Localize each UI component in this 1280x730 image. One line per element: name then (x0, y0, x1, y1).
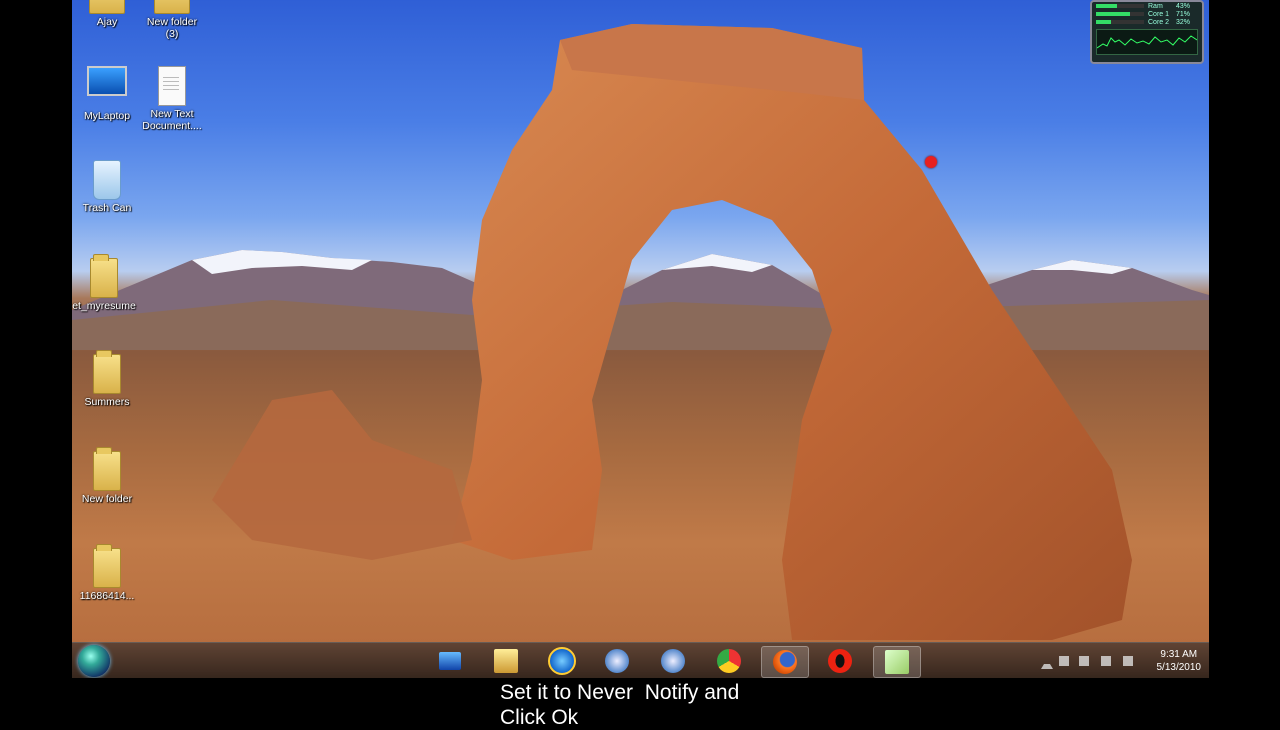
action-center-icon[interactable] (1123, 656, 1133, 666)
folder-icon (89, 0, 125, 14)
desktop-icon-summers[interactable]: Summers (72, 350, 142, 408)
desktop-icon-et-myresume[interactable]: et_myresume (72, 254, 139, 312)
cursor-highlight-dot (925, 156, 937, 168)
folder-icon (93, 447, 121, 491)
safari-icon (605, 649, 629, 673)
clock-time: 9:31 AM (1160, 649, 1198, 660)
taskbar-explorer[interactable] (483, 646, 529, 676)
computer-icon (439, 652, 461, 670)
clock-date: 5/13/2010 (1156, 662, 1202, 673)
gadget-row-core1: Core 1 71% (1092, 10, 1202, 18)
text-document-icon (158, 66, 186, 106)
signal-icon[interactable] (1101, 656, 1111, 666)
gadget-row-ram: Ram 43% (1092, 2, 1202, 10)
notepad-icon (885, 650, 909, 674)
cpu-meter-gadget[interactable]: Ram 43% Core 1 71% Core 2 32% (1090, 0, 1204, 64)
folder-icon (93, 544, 121, 588)
taskbar-safari-alt[interactable] (650, 646, 696, 676)
taskbar-safari[interactable] (594, 646, 640, 676)
explorer-folder-icon (494, 649, 518, 673)
start-button[interactable] (78, 645, 110, 677)
firefox-icon (773, 650, 797, 674)
computer-icon (87, 66, 127, 96)
desktop-icon-11686414[interactable]: 11686414... (72, 544, 142, 602)
internet-explorer-icon (548, 647, 576, 675)
desktop-icon-new-folder[interactable]: New folder (72, 447, 142, 505)
recycle-bin-icon (93, 160, 121, 200)
folder-icon (93, 350, 121, 394)
wallpaper-arch (212, 24, 1132, 640)
desktop-icon-trash-can[interactable]: Trash Can (72, 160, 142, 214)
taskbar-firefox[interactable] (761, 646, 809, 678)
folder-icon (154, 0, 190, 14)
taskbar-notepad[interactable] (873, 646, 921, 678)
folder-icon (90, 254, 118, 298)
desktop-icon-ajay[interactable]: Ajay (72, 0, 142, 28)
taskbar-internet-explorer[interactable] (539, 646, 585, 676)
show-hidden-icons-icon[interactable] (1041, 658, 1053, 669)
ram-bar (1096, 4, 1144, 8)
desktop[interactable]: Ajay New folder (3) MyLaptop New Text Do… (72, 0, 1209, 678)
cpu-history-graph (1096, 29, 1198, 55)
gadget-row-core2: Core 2 32% (1092, 18, 1202, 26)
network-icon[interactable] (1059, 656, 1069, 666)
taskbar-computer[interactable] (427, 646, 473, 676)
taskbar: 9:31 AM 5/13/2010 (72, 642, 1209, 678)
opera-icon (828, 649, 852, 673)
video-caption: Set it to Never Notify and Click Ok (500, 681, 740, 729)
chrome-icon (717, 649, 741, 673)
desktop-icon-mylaptop[interactable]: MyLaptop (72, 66, 142, 122)
desktop-icon-new-text-document[interactable]: New Text Document.... (137, 66, 207, 132)
desktop-icon-new-folder-3[interactable]: New folder (3) (137, 0, 207, 40)
clock[interactable]: 9:31 AM 5/13/2010 (1157, 648, 1202, 674)
core2-bar (1096, 20, 1144, 24)
safari-alt-icon (661, 649, 685, 673)
taskbar-opera[interactable] (817, 646, 863, 676)
speaker-icon[interactable] (1079, 656, 1089, 666)
system-tray: 9:31 AM 5/13/2010 (1039, 643, 1209, 678)
taskbar-chrome[interactable] (706, 646, 752, 676)
core1-bar (1096, 12, 1144, 16)
